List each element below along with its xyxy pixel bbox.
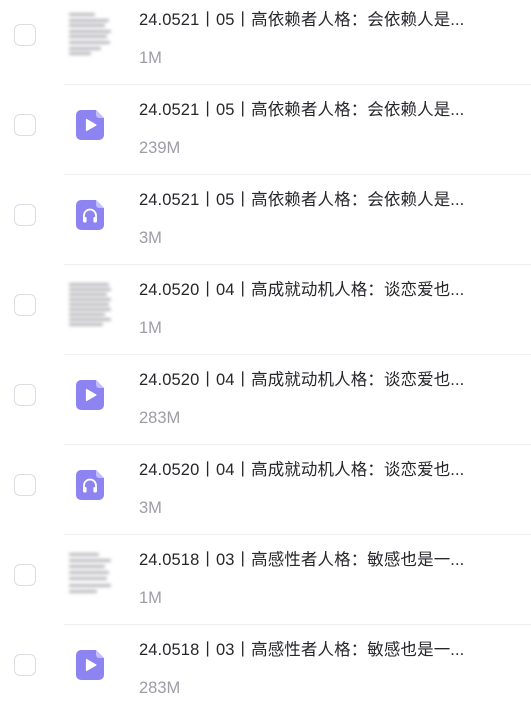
document-thumbnail-icon [66,550,114,600]
file-row[interactable]: 24.0520丨04丨高成就动机人格：谈恋爱也... 1M [0,265,531,355]
file-size: 3M [139,229,162,247]
audio-file-icon [76,200,104,230]
file-row[interactable]: 24.0521丨05丨高依赖者人格：会依赖人是... 239M [0,85,531,175]
video-file-icon [76,110,104,140]
video-file-icon [76,650,104,680]
file-size: 1M [139,49,162,67]
file-size: 1M [139,589,162,607]
file-size: 283M [139,409,181,427]
file-size: 283M [139,679,181,697]
document-thumbnail-icon [66,280,114,330]
file-name[interactable]: 24.0520丨04丨高成就动机人格：谈恋爱也... [139,280,501,300]
file-name[interactable]: 24.0518丨03丨高感性者人格：敏感也是一... [139,550,501,570]
file-row[interactable]: 24.0521丨05丨高依赖者人格：会依赖人是... 1M [0,0,531,85]
file-row[interactable]: 24.0520丨04丨高成就动机人格：谈恋爱也... 283M [0,355,531,445]
file-row[interactable]: 24.0521丨05丨高依赖者人格：会依赖人是... 3M [0,175,531,265]
select-checkbox[interactable] [14,384,36,406]
file-list: 24.0521丨05丨高依赖者人格：会依赖人是... 1M 24.0521丨05… [0,0,531,715]
file-row[interactable]: 24.0520丨04丨高成就动机人格：谈恋爱也... 3M [0,445,531,535]
file-name[interactable]: 24.0521丨05丨高依赖者人格：会依赖人是... [139,190,501,210]
select-checkbox[interactable] [14,114,36,136]
file-size: 1M [139,319,162,337]
file-name[interactable]: 24.0520丨04丨高成就动机人格：谈恋爱也... [139,370,501,390]
select-checkbox[interactable] [14,294,36,316]
select-checkbox[interactable] [14,24,36,46]
select-checkbox[interactable] [14,204,36,226]
file-name[interactable]: 24.0520丨04丨高成就动机人格：谈恋爱也... [139,460,501,480]
file-size: 3M [139,499,162,517]
select-checkbox[interactable] [14,654,36,676]
file-name[interactable]: 24.0521丨05丨高依赖者人格：会依赖人是... [139,100,501,120]
select-checkbox[interactable] [14,564,36,586]
audio-file-icon [76,470,104,500]
video-file-icon [76,380,104,410]
file-row[interactable]: 24.0518丨03丨高感性者人格：敏感也是一... 1M [0,535,531,625]
select-checkbox[interactable] [14,474,36,496]
file-name[interactable]: 24.0518丨03丨高感性者人格：敏感也是一... [139,640,501,660]
file-row[interactable]: 24.0518丨03丨高感性者人格：敏感也是一... 283M [0,625,531,715]
file-size: 239M [139,139,181,157]
document-thumbnail-icon [66,10,114,60]
file-name[interactable]: 24.0521丨05丨高依赖者人格：会依赖人是... [139,10,501,30]
